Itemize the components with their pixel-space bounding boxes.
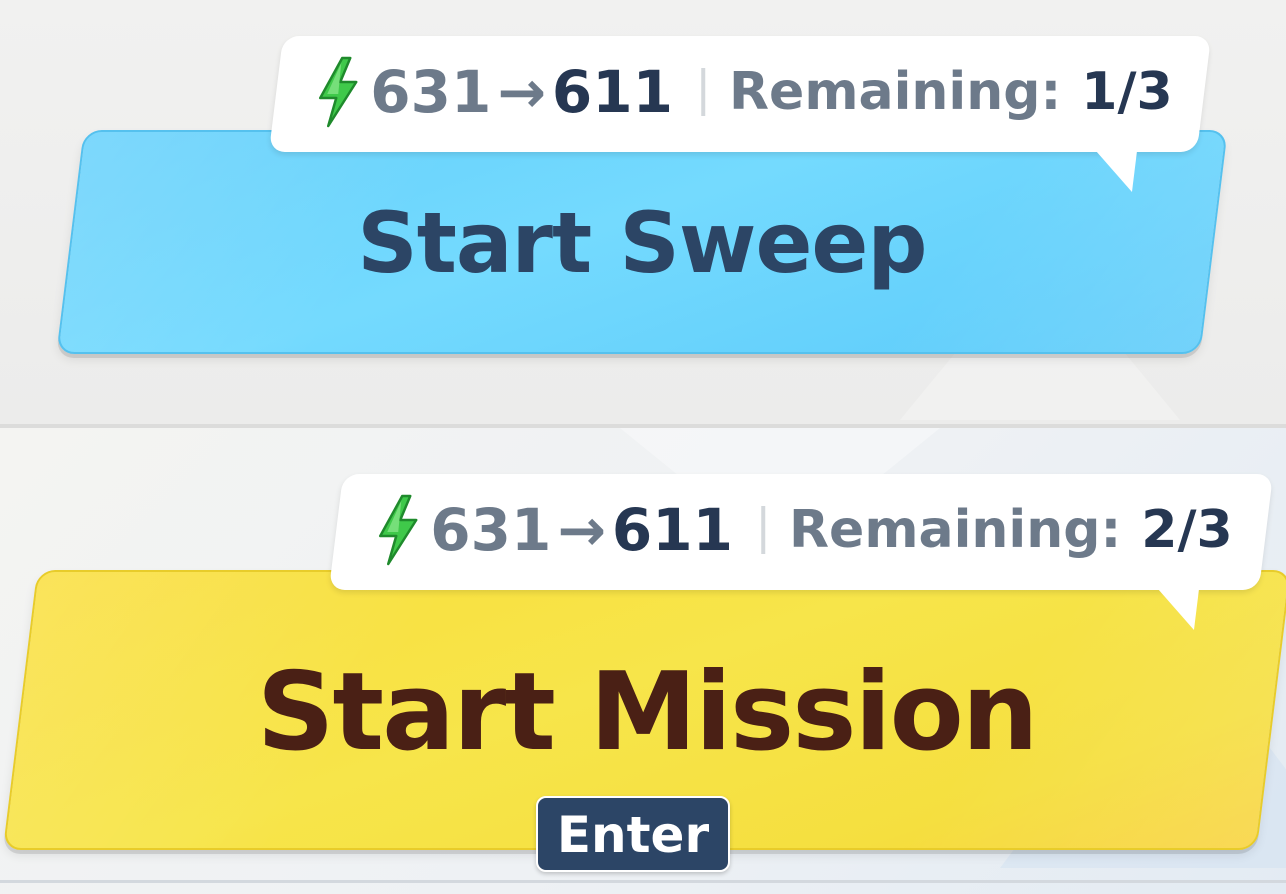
- bubble-tail: [1151, 588, 1200, 630]
- stamina-after: 611: [551, 58, 674, 126]
- remaining-label: Remaining:: [789, 500, 1122, 560]
- start-sweep-button[interactable]: Start Sweep: [56, 130, 1228, 354]
- enter-key-hint: Enter: [536, 796, 730, 872]
- mission-cost-row: 631 → 611 Remaining: 2/3: [376, 494, 1233, 566]
- separator: [761, 506, 766, 554]
- sweep-cost-row: 631 → 611 Remaining: 1/3: [316, 56, 1173, 128]
- bubble-tail: [1089, 150, 1138, 192]
- lightning-bolt-icon: [318, 56, 358, 128]
- start-sweep-label: Start Sweep: [357, 194, 927, 292]
- remaining-count: 1/3: [1081, 62, 1173, 122]
- arrow-right-icon: →: [557, 496, 606, 564]
- remaining-count: 2/3: [1141, 500, 1233, 560]
- arrow-right-icon: →: [497, 58, 546, 126]
- stamina-current: 631: [430, 496, 552, 564]
- stamina-current: 631: [370, 58, 492, 126]
- lightning-bolt-icon: [378, 494, 418, 566]
- sweep-cost-bubble: 631 → 611 Remaining: 1/3: [268, 36, 1212, 192]
- separator: [701, 68, 706, 116]
- start-mission-label: Start Mission: [256, 650, 1037, 775]
- mission-cost-bubble: 631 → 611 Remaining: 2/3: [328, 474, 1274, 630]
- stamina-after: 611: [611, 496, 734, 564]
- panel-bottom-edge: [0, 880, 1286, 883]
- remaining-label: Remaining:: [729, 62, 1062, 122]
